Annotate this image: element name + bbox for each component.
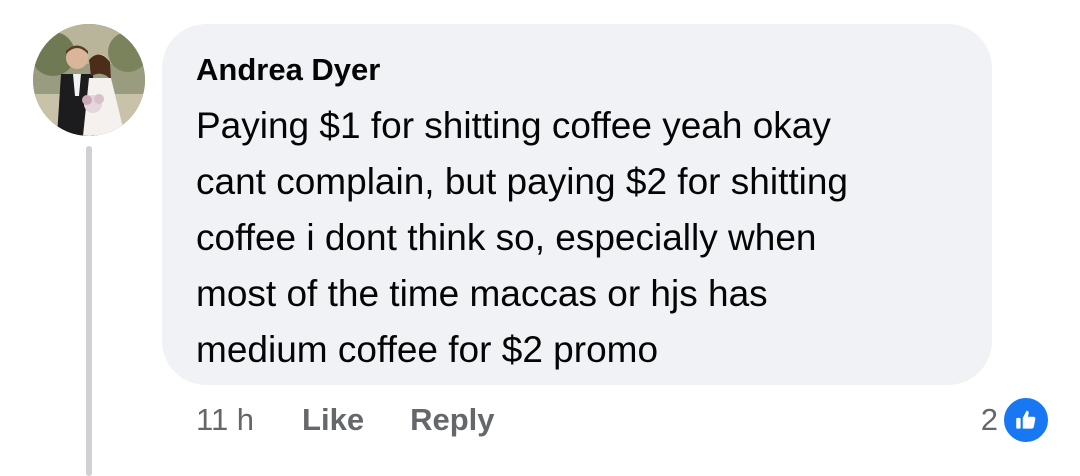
- comment-text: Paying $1 for shitting coffee yeah okay …: [196, 98, 958, 378]
- comment-author[interactable]: Andrea Dyer: [196, 50, 958, 90]
- reply-button[interactable]: Reply: [410, 398, 494, 442]
- comment-line: cant complain, but paying $2 for shittin…: [196, 161, 848, 202]
- comment-line: most of the time maccas or hjs has: [196, 273, 768, 314]
- reaction-count: 2: [980, 402, 998, 437]
- like-button[interactable]: Like: [302, 398, 364, 442]
- comment-line: medium coffee for $2 promo: [196, 329, 659, 370]
- like-thumb-icon: [1002, 396, 1050, 444]
- comment-line: Paying $1 for shitting coffee yeah okay: [196, 105, 831, 146]
- comment-actions: 11 h Like Reply: [196, 398, 541, 442]
- avatar[interactable]: [33, 24, 145, 136]
- timestamp[interactable]: 11 h: [196, 398, 254, 442]
- reactions-summary[interactable]: 2: [981, 396, 1050, 444]
- avatar-photo: [33, 24, 145, 136]
- thread-connector-line: [86, 146, 92, 476]
- comment-bubble: Andrea Dyer Paying $1 for shitting coffe…: [162, 24, 992, 385]
- comment-line: coffee i dont think so, especially when: [196, 217, 817, 258]
